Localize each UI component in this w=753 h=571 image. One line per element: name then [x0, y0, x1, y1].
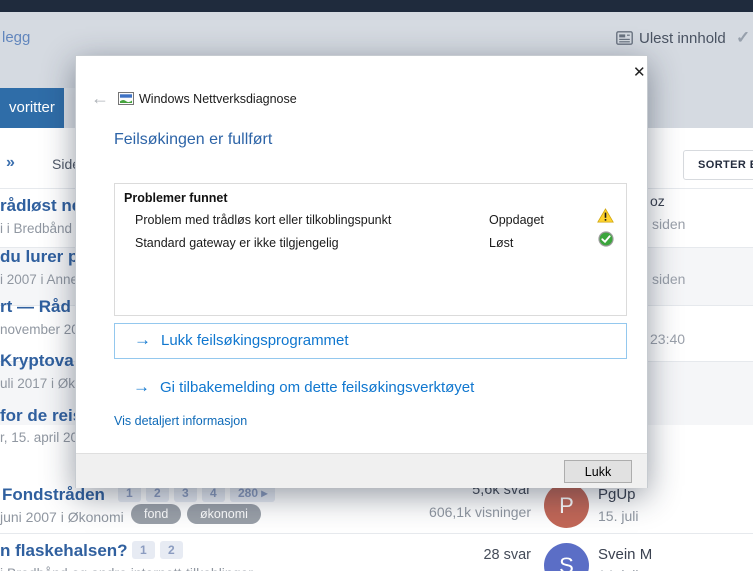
- breadcrumb-chevrons-icon[interactable]: »: [6, 154, 15, 172]
- problems-panel: Problemer funnet Problem med trådløs kor…: [114, 183, 627, 316]
- topic-meta: r, 15. april 200: [0, 430, 86, 445]
- avatar[interactable]: P: [544, 483, 589, 528]
- topic-last-time: siden: [652, 271, 686, 287]
- unread-content-link[interactable]: Ulest innhold: [639, 30, 726, 47]
- mark-read-icon[interactable]: ✓: [736, 28, 750, 48]
- site-top-bar: [0, 0, 753, 12]
- tab-favoritter[interactable]: voritter: [0, 88, 64, 128]
- action-label: Lukk feilsøkingsprogrammet: [161, 332, 349, 349]
- action-give-feedback[interactable]: Gi tilbakemelding om dette feilsøkingsve…: [160, 379, 474, 396]
- arrow-right-icon: →: [133, 377, 150, 396]
- page-pill[interactable]: 1: [132, 541, 155, 559]
- last-poster-name[interactable]: PgUp: [598, 486, 636, 503]
- dialog-title: Windows Nettverksdiagnose: [139, 92, 297, 106]
- last-post-date: 15. juli: [598, 508, 639, 524]
- topic-last-time: siden: [652, 216, 686, 232]
- avatar[interactable]: S: [544, 543, 589, 571]
- sort-button[interactable]: SORTER ETT: [683, 150, 753, 180]
- network-diagnostics-dialog: ✕ ← Windows Nettverksdiagnose Feilsøking…: [75, 55, 648, 488]
- topic-meta: november 20: [0, 322, 79, 337]
- topic-meta: uli 2017 i Øko: [0, 376, 83, 391]
- fixed-check-icon: [598, 231, 614, 252]
- newspaper-icon: [616, 31, 633, 50]
- close-dialog-button[interactable]: Lukk: [564, 460, 632, 483]
- topic-replies: 28 svar: [483, 547, 531, 563]
- problem-name: Problem med trådløs kort eller tilkoblin…: [135, 213, 392, 227]
- topic-views: 606,1k visninger: [429, 504, 531, 520]
- problem-name: Standard gateway er ikke tilgjengelig: [135, 236, 339, 250]
- problems-header: Problemer funnet: [124, 191, 228, 205]
- warning-icon: [597, 208, 614, 228]
- topic-title[interactable]: rt — Råd o: [0, 297, 86, 317]
- topic-tag[interactable]: økonomi: [187, 504, 261, 524]
- topic-last-time: 23:40: [650, 331, 686, 347]
- action-close-troubleshooter[interactable]: → Lukk feilsøkingsprogrammet: [114, 323, 627, 359]
- topic-tag[interactable]: fond: [131, 504, 182, 524]
- topic-last-poster[interactable]: oz: [650, 193, 665, 209]
- last-post-date: 14. juli: [598, 567, 638, 571]
- dialog-footer: Lukk: [76, 453, 647, 488]
- close-icon[interactable]: ✕: [627, 61, 652, 83]
- topic-meta: i Bredbånd og andre internett-tilkobling…: [0, 565, 253, 571]
- view-details-link[interactable]: Vis detaljert informasjon: [114, 414, 247, 428]
- problem-status: Løst: [489, 236, 514, 250]
- problem-status: Oppdaget: [489, 213, 544, 227]
- create-post-link[interactable]: legg: [2, 29, 30, 46]
- topic-meta: i i Bredbånd: [0, 221, 73, 236]
- topic-meta: juni 2007 i Økonomi: [0, 509, 124, 525]
- topic-title[interactable]: Fondstråden: [2, 485, 105, 505]
- row-divider: [0, 533, 753, 534]
- topic-meta: i 2007 i Anne: [0, 272, 79, 287]
- topic-title[interactable]: Kryptova: [0, 351, 74, 371]
- topic-title[interactable]: n flaskehalsen?: [0, 541, 128, 561]
- last-poster-name[interactable]: Svein M: [598, 546, 652, 563]
- dialog-heading: Feilsøkingen er fullført: [114, 131, 273, 148]
- topic-title[interactable]: rådløst net: [0, 196, 87, 216]
- back-arrow-icon[interactable]: ←: [91, 88, 109, 109]
- network-diagnostics-app-icon: [118, 92, 134, 110]
- arrow-right-icon: →: [134, 330, 151, 349]
- forum-page: legg Ulest innhold ✓ voritter » Side SOR…: [0, 0, 753, 571]
- topic-title[interactable]: for de reis: [0, 406, 82, 426]
- page-pill[interactable]: 2: [160, 541, 183, 559]
- topic-title[interactable]: du lurer p: [0, 247, 78, 267]
